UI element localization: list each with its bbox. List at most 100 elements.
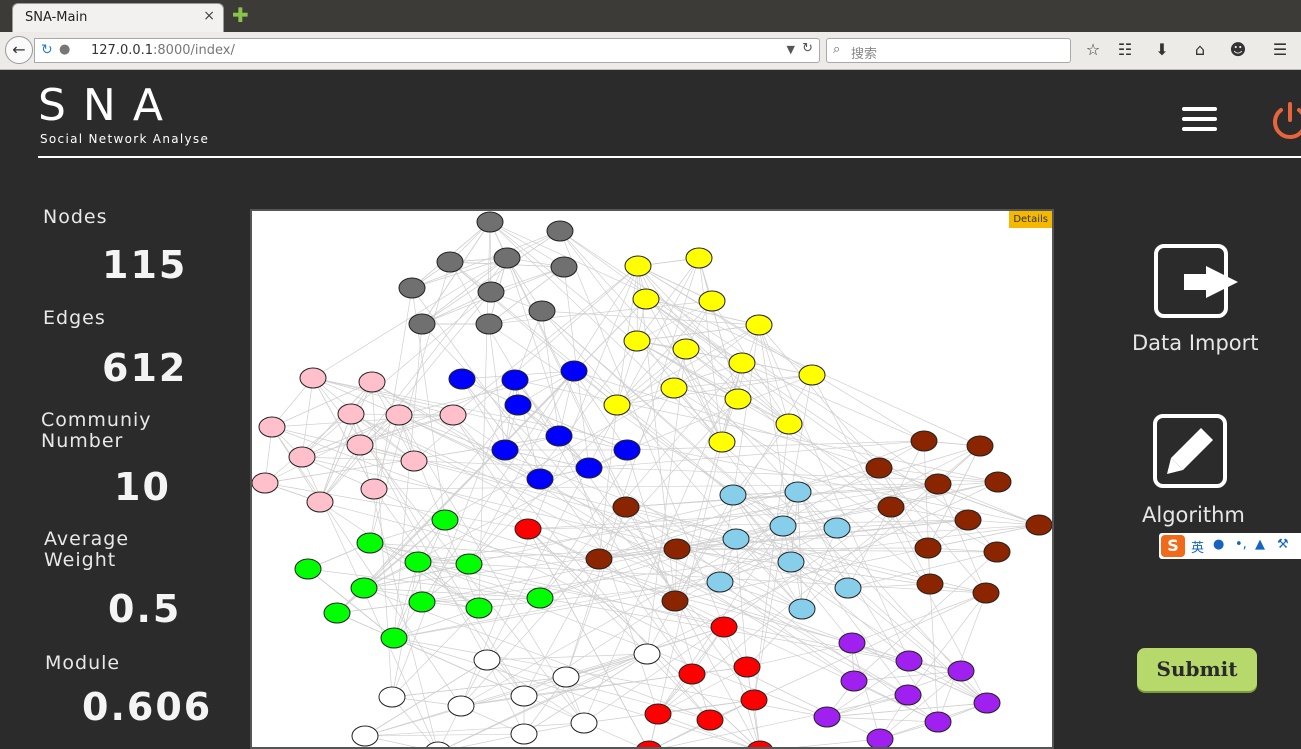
- graph-node[interactable]: [510, 685, 538, 707]
- graph-node[interactable]: [745, 314, 773, 336]
- graph-node[interactable]: [706, 571, 734, 593]
- graph-node[interactable]: [973, 692, 1001, 714]
- graph-node[interactable]: [526, 587, 554, 609]
- graph-node[interactable]: [510, 723, 538, 745]
- graph-node[interactable]: [546, 220, 574, 242]
- graph-node[interactable]: [448, 368, 476, 390]
- graph-node[interactable]: [775, 413, 803, 435]
- power-icon[interactable]: [1270, 101, 1301, 141]
- graph-node[interactable]: [570, 712, 598, 734]
- graph-node[interactable]: [351, 725, 379, 747]
- graph-node[interactable]: [983, 541, 1011, 563]
- graph-node[interactable]: [954, 509, 982, 531]
- graph-node[interactable]: [984, 471, 1012, 493]
- graph-node[interactable]: [258, 416, 286, 438]
- network-graph[interactable]: Details: [250, 209, 1054, 749]
- graph-node[interactable]: [404, 551, 432, 573]
- ime-tool-icon[interactable]: ⚒: [1277, 537, 1289, 552]
- graph-node[interactable]: [660, 377, 688, 399]
- algorithm-label[interactable]: Algorithm: [1142, 503, 1245, 527]
- reload-icon[interactable]: ↻: [41, 42, 53, 58]
- download-icon[interactable]: ⬇: [1152, 40, 1172, 59]
- graph-node[interactable]: [346, 434, 374, 456]
- browser-tab[interactable]: SNA-Main ×: [12, 3, 224, 32]
- graph-node[interactable]: [552, 666, 580, 688]
- graph-node[interactable]: [252, 472, 279, 494]
- graph-node[interactable]: [560, 360, 588, 382]
- graph-node[interactable]: [784, 481, 812, 503]
- graph-node[interactable]: [436, 251, 464, 273]
- graph-node[interactable]: [299, 367, 327, 389]
- graph-node[interactable]: [624, 255, 652, 277]
- graph-node[interactable]: [663, 538, 691, 560]
- graph-node[interactable]: [603, 394, 631, 416]
- details-button[interactable]: Details: [1009, 211, 1052, 228]
- reading-list-icon[interactable]: ☷: [1115, 40, 1135, 59]
- graph-node[interactable]: [613, 439, 641, 461]
- graph-node[interactable]: [696, 709, 724, 731]
- graph-node[interactable]: [575, 457, 603, 479]
- chat-icon[interactable]: ☻: [1228, 40, 1248, 59]
- graph-node[interactable]: [685, 247, 713, 269]
- graph-node[interactable]: [719, 484, 747, 506]
- graph-node[interactable]: [337, 403, 365, 425]
- network-graph-svg[interactable]: [252, 211, 1052, 749]
- graph-node[interactable]: [865, 457, 893, 479]
- graph-node[interactable]: [501, 369, 529, 391]
- graph-node[interactable]: [894, 684, 922, 706]
- ime-lang[interactable]: 英: [1191, 537, 1204, 556]
- graph-node[interactable]: [514, 518, 542, 540]
- graph-node[interactable]: [447, 695, 475, 717]
- hamburger-menu-icon[interactable]: [1182, 107, 1217, 133]
- graph-node[interactable]: [834, 577, 862, 599]
- graph-node[interactable]: [636, 740, 662, 749]
- graph-node[interactable]: [550, 256, 578, 278]
- graph-node[interactable]: [350, 577, 378, 599]
- graph-node[interactable]: [877, 496, 905, 518]
- url-reload-icon[interactable]: ↻: [802, 41, 813, 56]
- url-bar[interactable]: ↻ ● 127.0.0.1:8000/index/ ▼ ↻: [34, 38, 820, 63]
- graph-node[interactable]: [378, 686, 406, 708]
- graph-node[interactable]: [661, 590, 689, 612]
- url-text[interactable]: 127.0.0.1:8000/index/: [91, 43, 235, 58]
- graph-node[interactable]: [425, 741, 451, 749]
- graph-node[interactable]: [813, 706, 841, 728]
- graph-node[interactable]: [400, 450, 428, 472]
- graph-node[interactable]: [323, 602, 351, 624]
- graph-node[interactable]: [1025, 514, 1052, 536]
- graph-node[interactable]: [672, 338, 700, 360]
- graph-node[interactable]: [914, 537, 942, 559]
- home-icon[interactable]: ⌂: [1190, 40, 1210, 59]
- graph-node[interactable]: [838, 632, 866, 654]
- graph-node[interactable]: [504, 394, 532, 416]
- graph-node[interactable]: [358, 371, 386, 393]
- tab-close-icon[interactable]: ×: [203, 8, 215, 24]
- graph-node[interactable]: [916, 573, 944, 595]
- graph-node[interactable]: [966, 435, 994, 457]
- graph-node[interactable]: [356, 532, 384, 554]
- graph-node[interactable]: [823, 517, 851, 539]
- menu-icon[interactable]: ☰: [1270, 40, 1290, 59]
- search-input[interactable]: ⌕ 搜索: [826, 38, 1071, 63]
- graph-node[interactable]: [866, 728, 894, 749]
- graph-node[interactable]: [972, 582, 1000, 604]
- ime-dot-icon[interactable]: ●: [1213, 537, 1224, 552]
- graph-node[interactable]: [473, 649, 501, 671]
- graph-node[interactable]: [385, 404, 413, 426]
- ime-punct-icon[interactable]: •,: [1235, 537, 1247, 552]
- graph-node[interactable]: [288, 446, 316, 468]
- graph-node[interactable]: [465, 597, 493, 619]
- graph-node[interactable]: [798, 364, 826, 386]
- algorithm-button[interactable]: [1153, 414, 1229, 490]
- graph-node[interactable]: [710, 616, 738, 638]
- graph-node[interactable]: [360, 478, 388, 500]
- graph-node[interactable]: [545, 425, 573, 447]
- url-dropdown-icon[interactable]: ▼: [787, 43, 795, 56]
- graph-node[interactable]: [398, 277, 426, 299]
- bookmark-star-icon[interactable]: ☆: [1083, 40, 1103, 59]
- graph-node[interactable]: [294, 558, 322, 580]
- graph-node[interactable]: [678, 663, 706, 685]
- graph-node[interactable]: [698, 290, 726, 312]
- graph-node[interactable]: [612, 496, 640, 518]
- graph-node[interactable]: [408, 591, 436, 613]
